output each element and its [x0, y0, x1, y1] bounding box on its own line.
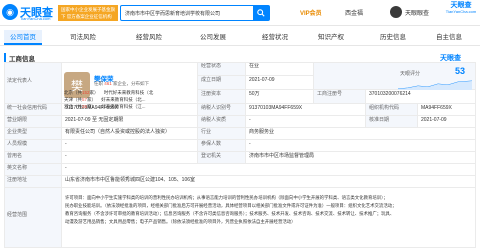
former-label: 曾用名: [4, 152, 62, 164]
industry-value: 商务服务业: [246, 128, 476, 140]
taxpayer-type-value: -: [246, 116, 366, 128]
tab-development[interactable]: 公司发展: [200, 30, 226, 45]
company-tabs: 公司首页 司法风险 经营风险 公司发展 经营状况 知识产权 历史信息 自主信息: [0, 30, 480, 46]
region-company: 好未来教育科技（江...: [101, 104, 146, 109]
approve-label: 核准日期: [366, 116, 418, 128]
authority-label: 登记机关: [198, 152, 246, 164]
status-label: 经营状态: [198, 62, 246, 76]
credit-code-label: 统一社会信用代码: [4, 104, 62, 116]
scope-line: 动漫及游艺用品销售；文具用品零售；电子产品销售。（除依法须经批准的项目外，凭营业…: [65, 219, 296, 224]
region-company: 好未来教育科技（北...: [101, 97, 146, 102]
org-code-value: MA94FF659X: [418, 104, 476, 116]
user-name[interactable]: 天眼眼查: [405, 8, 429, 17]
tab-self-info[interactable]: 自主信息: [436, 30, 462, 45]
meta-prefix: 任职: [94, 81, 103, 86]
region-name: 天津: [64, 97, 73, 102]
staff-label: 人员规模: [4, 140, 62, 152]
reg-capital-value: 50万: [246, 90, 314, 104]
tab-label: 经营风险: [136, 34, 162, 41]
address-label: 注册地址: [4, 176, 62, 188]
search-button[interactable]: [253, 6, 269, 20]
former-value: -: [62, 152, 198, 164]
search-icon: [257, 9, 265, 17]
scope-line: 许可项目：面向中小学生实施学科类的培训的营利性民办培训机构；从事语言能力培训的营…: [65, 195, 388, 200]
vip-link[interactable]: VIP会员: [300, 8, 322, 17]
english-label: 英文名称: [4, 164, 62, 176]
tab-home[interactable]: 公司首页: [4, 30, 42, 45]
reg-capital-label: 注册资本: [198, 90, 246, 104]
rating-chart: [398, 80, 472, 90]
top-navbar: ◉ 天眼查 TianYanCha.com 国家中小企业发展子基金旗下 官方备案企…: [0, 0, 480, 26]
tab-label: 知识产权: [318, 34, 344, 41]
tab-history[interactable]: 历史信息: [380, 30, 406, 45]
tab-label: 经营状况: [262, 34, 288, 41]
rating-score[interactable]: 53: [455, 66, 465, 76]
region-count: 25: [82, 104, 88, 109]
legal-person-region-row[interactable]: 北京（共152家） 时代好未来教育科技（北: [64, 90, 153, 96]
reg-no-label: 工商注册号: [314, 90, 366, 104]
tab-label: 公司发展: [200, 34, 226, 41]
authority-value: 济南市市中区市场监督管理局: [246, 152, 476, 164]
region-name: 河北: [64, 104, 73, 109]
term-label: 营业期限: [4, 116, 62, 128]
established-label: 成立日期: [198, 76, 246, 90]
tab-ip[interactable]: 知识产权: [318, 30, 344, 45]
legal-person-region-row[interactable]: 河北（共25家） 好未来教育科技（江...: [64, 104, 146, 110]
scope-line: 教育咨询服务（不含涉许可审批的教育培训活动）；信息咨询服务（不含许可类信息咨询服…: [65, 211, 395, 216]
brand-sub: TianYanCha.com: [20, 16, 51, 21]
xixin-link[interactable]: 西金福: [345, 8, 363, 17]
region-count: 152: [82, 90, 90, 95]
tab-label: 公司首页: [10, 34, 36, 41]
tab-legal-risk[interactable]: 司法风险: [70, 30, 96, 45]
taxpayer-type-label: 纳税人资质: [198, 116, 246, 128]
promo-banner[interactable]: 国家中小企业发展子基金旗下 官方备案企业征信机构: [58, 5, 118, 21]
staff-value: -: [62, 140, 198, 152]
corner-brand: 天眼查 TianYanCha.com: [444, 2, 478, 23]
tab-business-risk[interactable]: 经营风险: [136, 30, 162, 45]
insured-value: -: [246, 140, 476, 152]
org-code-label: 组织机构代码: [366, 104, 418, 116]
rating-label: 天眼评分: [400, 71, 421, 77]
search-input[interactable]: [121, 6, 269, 20]
taxpayer-id-label: 纳税人识别号: [198, 104, 246, 116]
meta-suffix: 家企业，分布如下: [113, 81, 150, 86]
avatar[interactable]: [390, 6, 402, 18]
scope-label: 经营范围: [4, 188, 62, 248]
company-type-value: 有限责任公司（自然人投资或控股的法人独资）: [62, 128, 198, 140]
meta-count[interactable]: 461: [104, 81, 112, 86]
scope-value: 许可项目：面向中小学生实施学科类的培训的营利性民办培训机构；从事语言能力培训的营…: [62, 188, 476, 248]
legal-person-label: 法定代表人: [4, 62, 62, 104]
tab-label: 历史信息: [380, 34, 406, 41]
established-value: 2021-07-09: [246, 76, 314, 90]
status-value: 在业: [246, 62, 314, 76]
tab-label: 司法风险: [70, 34, 96, 41]
region-company: 时代好未来教育科技（北: [103, 90, 154, 95]
eye-logo-icon: ◉: [2, 4, 18, 20]
region-count: 57: [82, 97, 88, 102]
legal-person-region-row[interactable]: 天津（共57家） 好未来教育科技（北...: [64, 97, 146, 103]
insured-label: 参保人数: [198, 140, 246, 152]
address-value: 山东省济南市市中区鲁能领秀城四区公建104、105、106室: [62, 176, 476, 188]
approve-value: 2021-07-09: [418, 116, 476, 128]
term-value: 2021-07-09 至 无固定期限: [62, 116, 198, 128]
legal-person-meta: 任职 461 家企业，分布如下: [94, 81, 149, 87]
scope-line: 民办职业技能培训。（依法须经批准的项目，经相关部门批准后方可开展经营活动，具体经…: [65, 203, 397, 208]
english-value: -: [62, 164, 476, 176]
reg-no-value: 370103200076214: [366, 90, 476, 104]
tab-operation[interactable]: 经营状况: [262, 30, 288, 45]
tab-label: 自主信息: [436, 34, 462, 41]
region-name: 北京: [64, 90, 73, 95]
taxpayer-id-value: 91370103MA94FF659X: [246, 104, 366, 116]
search-box: [120, 5, 270, 21]
company-type-label: 企业类型: [4, 128, 62, 140]
corner-brand-sub: TianYanCha.com: [445, 9, 477, 14]
industry-label: 行业: [198, 128, 246, 140]
